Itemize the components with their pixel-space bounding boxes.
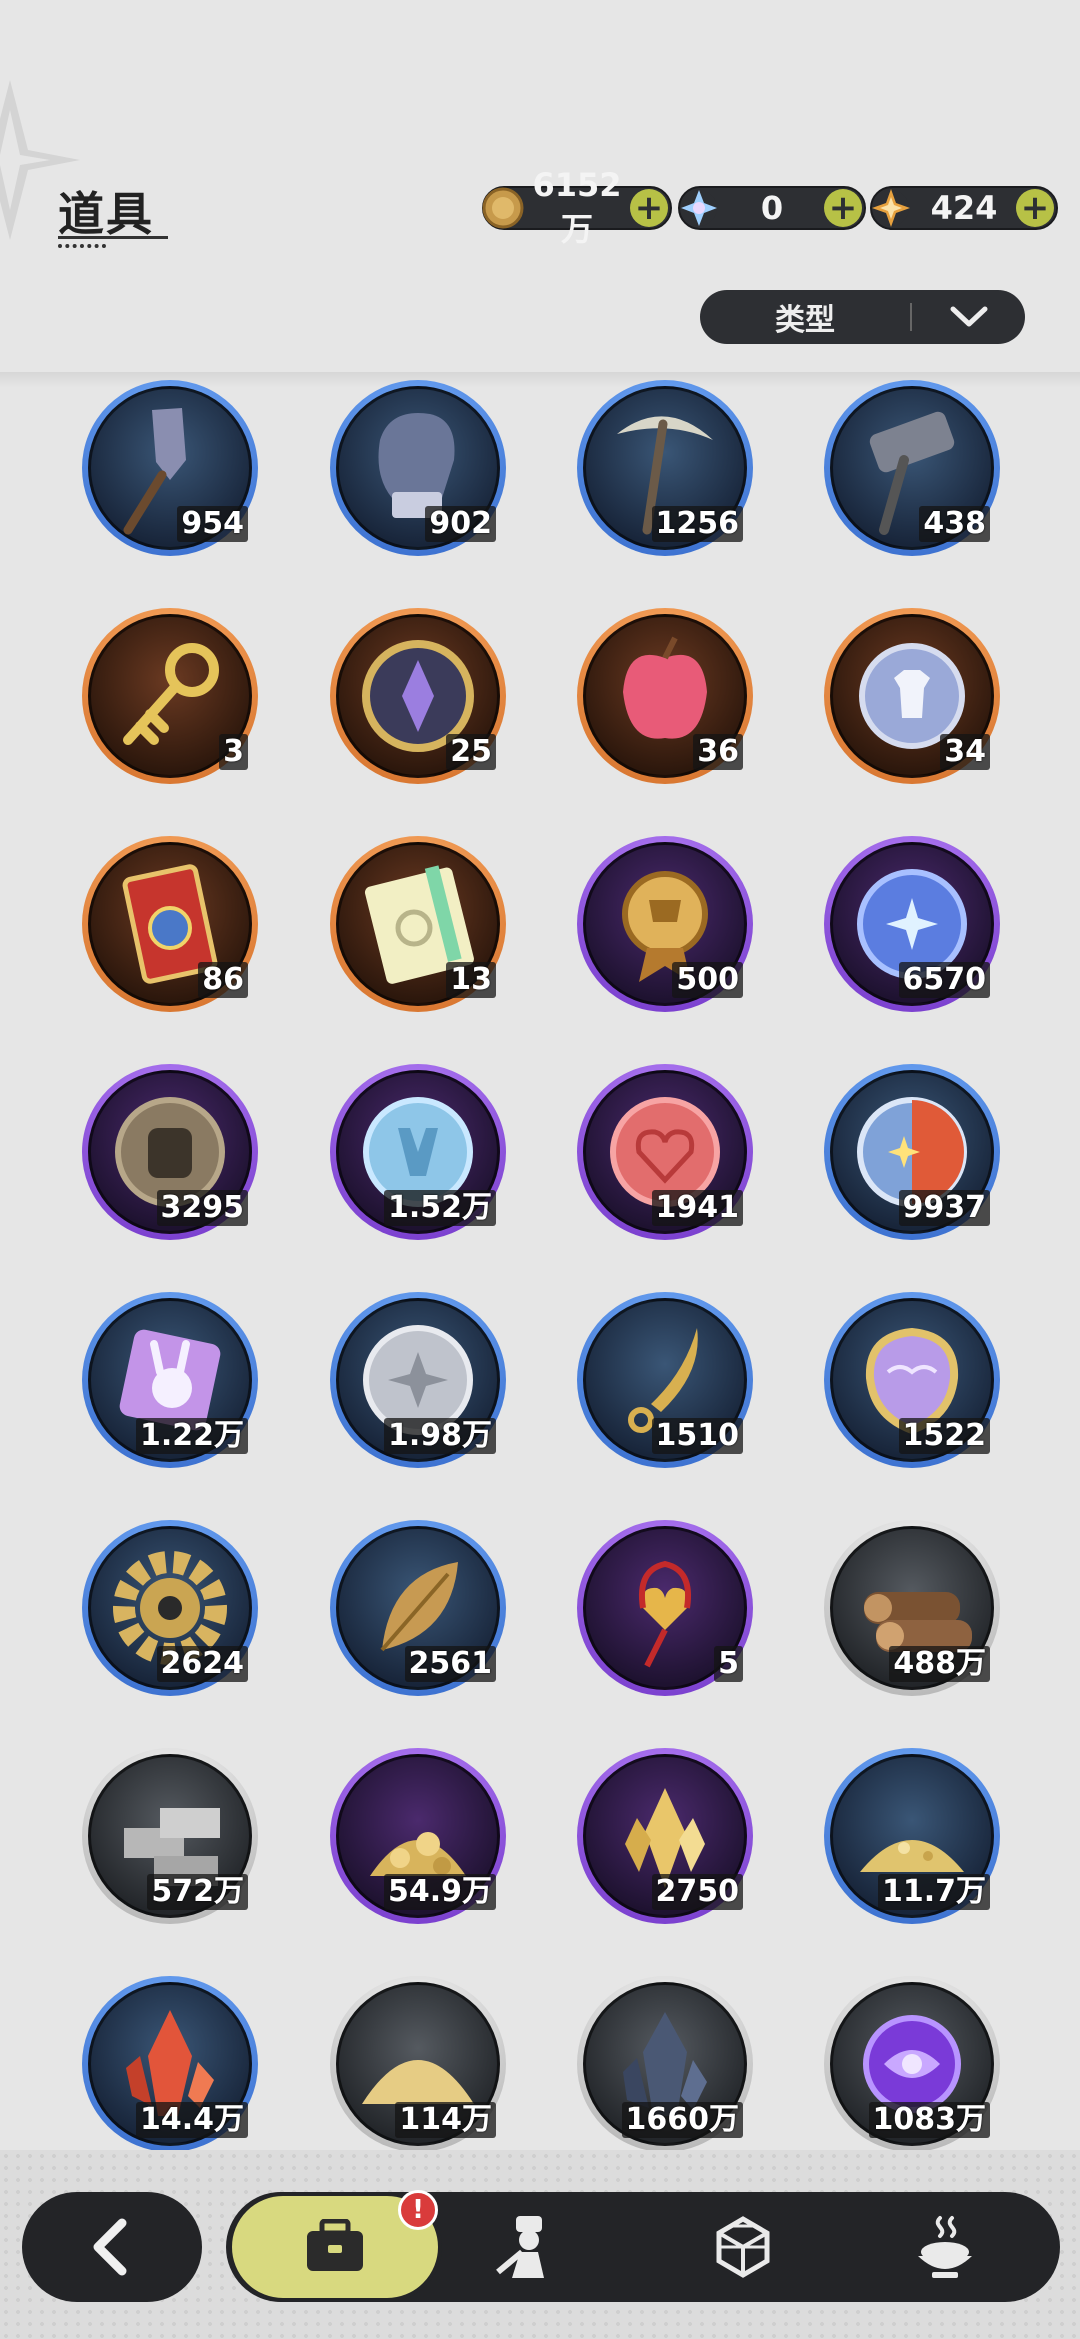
inventory-item[interactable]: 1.22万 [82, 1292, 258, 1468]
inventory-item[interactable]: 2624 [82, 1520, 258, 1696]
add-crystal-button[interactable]: + [824, 189, 862, 227]
inventory-item[interactable]: 488万 [824, 1520, 1000, 1696]
tab-character[interactable] [492, 2212, 562, 2282]
title-underline [58, 236, 168, 239]
inventory-item[interactable]: 3 [82, 608, 258, 784]
inventory-item[interactable]: 500 [577, 836, 753, 1012]
item-count: 1.98万 [383, 1418, 496, 1454]
item-count: 34 [940, 734, 990, 770]
inventory-screen: 道具 6152万 + 0 + 424 + 类型 954 902 1256 438… [0, 0, 1080, 2339]
item-count: 9937 [898, 1190, 990, 1226]
item-count: 6570 [898, 962, 990, 998]
inventory-item[interactable]: 6570 [824, 836, 1000, 1012]
inventory-item[interactable]: 1.52万 [330, 1064, 506, 1240]
type-filter-dropdown[interactable]: 类型 [700, 290, 1025, 344]
inventory-item[interactable]: 1256 [577, 380, 753, 556]
item-count: 954 [177, 506, 248, 542]
cooking-icon [918, 2216, 972, 2278]
inventory-item[interactable]: 1083万 [824, 1976, 1000, 2150]
tab-gems[interactable] [708, 2212, 778, 2282]
gold-coin-icon [482, 187, 524, 229]
item-count: 500 [672, 962, 743, 998]
inventory-item[interactable]: 34 [824, 608, 1000, 784]
page-title: 道具 [58, 187, 154, 241]
inventory-item[interactable]: 1.98万 [330, 1292, 506, 1468]
notification-badge: ! [398, 2190, 438, 2230]
item-count: 2561 [404, 1646, 496, 1682]
character-icon [496, 2216, 544, 2278]
inventory-item[interactable]: 36 [577, 608, 753, 784]
item-count: 2624 [156, 1646, 248, 1682]
item-count: 3295 [156, 1190, 248, 1226]
currency-gold: 6152万 + [482, 166, 672, 248]
crystal-icon [681, 190, 717, 226]
inventory-item[interactable]: 54.9万 [330, 1748, 506, 1924]
item-count: 572万 [147, 1874, 248, 1910]
inventory-item[interactable]: 114万 [330, 1976, 506, 2150]
inventory-item[interactable]: 1522 [824, 1292, 1000, 1468]
item-count: 1.22万 [135, 1418, 248, 1454]
inventory-item[interactable]: 86 [82, 836, 258, 1012]
item-grid: 954 902 1256 438 3 25 36 34 86 13 500 6570 3295 1.52万… [0, 380, 1080, 2150]
inventory-item[interactable]: 5 [577, 1520, 753, 1696]
inventory-item[interactable]: 9937 [824, 1064, 1000, 1240]
item-count: 13 [446, 962, 496, 998]
item-count: 3 [219, 734, 248, 770]
currency-star-gem: 424 + [870, 186, 1058, 230]
title-dots [58, 244, 106, 248]
inventory-item[interactable]: 1660万 [577, 1976, 753, 2150]
item-count: 438 [919, 506, 990, 542]
inventory-item[interactable]: 438 [824, 380, 1000, 556]
inventory-item[interactable]: 2561 [330, 1520, 506, 1696]
add-star-gem-button[interactable]: + [1016, 189, 1054, 227]
item-count: 86 [198, 962, 248, 998]
item-count: 114万 [395, 2102, 496, 2138]
item-count: 2750 [651, 1874, 743, 1910]
item-count: 1510 [651, 1418, 743, 1454]
gold-amount: 6152万 [532, 166, 622, 248]
back-button[interactable] [22, 2192, 202, 2302]
chevron-down-icon [912, 305, 1025, 329]
item-count: 11.7万 [877, 1874, 990, 1910]
inventory-item[interactable]: 14.4万 [82, 1976, 258, 2150]
inventory-item[interactable]: 25 [330, 608, 506, 784]
crystal-amount: 0 [760, 189, 784, 227]
item-count: 36 [693, 734, 743, 770]
bag-icon [307, 2219, 363, 2271]
inventory-item[interactable]: 13 [330, 836, 506, 1012]
inventory-item[interactable]: 902 [330, 380, 506, 556]
star-gem-icon [872, 189, 910, 227]
hexagon-gem-icon [716, 2216, 770, 2278]
item-count: 1660万 [621, 2102, 743, 2138]
inventory-item[interactable]: 11.7万 [824, 1748, 1000, 1924]
item-count: 1.52万 [383, 1190, 496, 1226]
item-count: 25 [446, 734, 496, 770]
tab-cooking[interactable] [910, 2212, 980, 2282]
item-count: 5 [714, 1646, 743, 1682]
item-count: 54.9万 [383, 1874, 496, 1910]
inventory-item[interactable]: 1510 [577, 1292, 753, 1468]
inventory-item[interactable]: 954 [82, 380, 258, 556]
item-count: 1941 [651, 1190, 743, 1226]
inventory-item[interactable]: 2750 [577, 1748, 753, 1924]
inventory-item[interactable]: 572万 [82, 1748, 258, 1924]
item-count: 488万 [889, 1646, 990, 1682]
type-filter-label: 类型 [775, 303, 835, 338]
currency-crystal: 0 + [678, 186, 866, 230]
item-count: 1256 [651, 506, 743, 542]
item-count: 14.4万 [135, 2102, 248, 2138]
add-gold-button[interactable]: + [630, 189, 668, 227]
star-gem-amount: 424 [930, 189, 998, 227]
item-count: 1083万 [868, 2102, 990, 2138]
inventory-item[interactable]: 1941 [577, 1064, 753, 1240]
item-count: 1522 [898, 1418, 990, 1454]
item-count: 902 [425, 506, 496, 542]
chevron-left-icon [93, 2218, 127, 2276]
inventory-item[interactable]: 3295 [82, 1064, 258, 1240]
